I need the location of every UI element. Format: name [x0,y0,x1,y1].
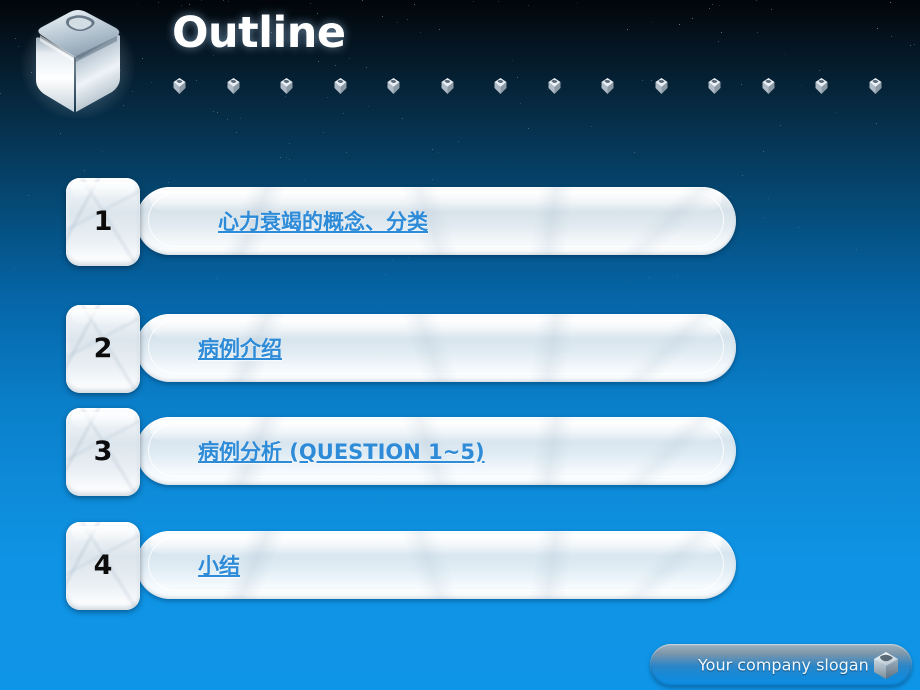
outline-item-bar: 病例分析 (QUESTION 1~5) [136,417,736,485]
mini-cube-icon [547,76,562,95]
divider-cube-row [172,76,892,98]
mini-cube-icon [761,76,776,95]
outline-item-label[interactable]: 病例分析 (QUESTION 1~5) [198,436,485,466]
presentation-slide: Outline 心力衰竭的概念、分类 1 病例介绍 2 病例分析 (QUESTI… [0,0,920,690]
outline-item-number: 4 [93,549,113,581]
mini-cube-icon [172,76,187,95]
chrome-cube-icon [18,6,138,120]
outline-item-number-badge: 3 [66,408,140,496]
cube-icon [868,647,904,683]
outline-item-label[interactable]: 心力衰竭的概念、分类 [218,206,428,236]
outline-item-bar: 心力衰竭的概念、分类 [136,187,736,255]
outline-item-number-badge: 1 [66,178,140,266]
outline-item[interactable]: 病例介绍 2 [66,305,736,393]
mini-cube-icon [707,76,722,95]
outline-item-label[interactable]: 病例介绍 [198,333,282,363]
outline-item-bar: 小结 [136,531,736,599]
outline-item-bar: 病例介绍 [136,314,736,382]
mini-cube-icon [440,76,455,95]
page-title: Outline [172,8,346,58]
outline-item-label[interactable]: 小结 [198,550,240,580]
outline-item-number: 2 [93,332,113,364]
outline-item-number: 1 [93,205,113,237]
mini-cube-icon [493,76,508,95]
mini-cube-icon [868,76,883,95]
mini-cube-icon [386,76,401,95]
mini-cube-icon [279,76,294,95]
slide-header: Outline [0,0,920,120]
mini-cube-icon [333,76,348,95]
outline-item[interactable]: 病例分析 (QUESTION 1~5) 3 [66,408,736,496]
mini-cube-icon [600,76,615,95]
mini-cube-icon [654,76,669,95]
company-slogan-bar[interactable]: Your company slogan [650,644,912,686]
outline-item-number-badge: 4 [66,522,140,610]
outline-item-number-badge: 2 [66,305,140,393]
company-slogan-text: Your company slogan [698,655,869,675]
mini-cube-icon [814,76,829,95]
outline-item[interactable]: 小结 4 [66,522,736,610]
outline-item-number: 3 [93,435,113,467]
mini-cube-icon [226,76,241,95]
outline-item[interactable]: 心力衰竭的概念、分类 1 [66,178,736,266]
